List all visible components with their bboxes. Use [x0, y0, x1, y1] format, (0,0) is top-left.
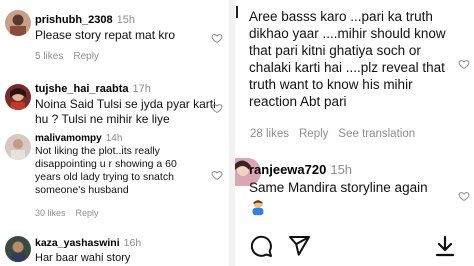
comment-text: Please story repat mat kro	[35, 28, 176, 42]
comment-bubble-icon[interactable]	[249, 234, 273, 258]
comment-text: Noina Said Tulsi se jyda pyar karti hu ?…	[35, 97, 216, 126]
comment-meta: tujshe_hai_raabta 17h	[35, 83, 151, 95]
comment-time: 14h	[105, 133, 123, 144]
comment-meta: ranjeewa720 15h	[249, 162, 352, 177]
comment-username[interactable]: malivamompy	[35, 133, 102, 144]
comment-time: 15h	[330, 162, 353, 177]
comment-actions: 5 likes Reply	[35, 51, 109, 62]
comment-text: Not liking the plot..its really disappoi…	[35, 145, 177, 196]
comment-text: Aree basss karo ...pari ka truth dikhao …	[249, 9, 446, 109]
reply-button[interactable]: Reply	[73, 51, 99, 62]
heart-outline-icon[interactable]	[458, 190, 470, 202]
comment-item: prishubh_2308 15h Please story repat mat …	[0, 0, 229, 70]
likes-count[interactable]: 5 likes	[35, 51, 63, 62]
heart-outline-icon[interactable]	[458, 58, 470, 70]
right-comment-pane: Aree basss karo ...pari ka truth dikhao …	[235, 0, 474, 266]
comment-meta: prishubh_2308 15h	[35, 14, 135, 26]
comment-username[interactable]: prishubh_2308	[35, 14, 113, 26]
reply-button[interactable]: Reply	[76, 208, 99, 218]
comment-username[interactable]: ranjeewa720	[249, 162, 326, 177]
comment-text: Har baar wahi story	[35, 252, 131, 264]
scroll-marker	[236, 6, 238, 18]
avatar[interactable]	[5, 134, 31, 160]
comment-actions: 28 likes Reply See translation	[250, 128, 425, 140]
comment-time: 17h	[132, 83, 151, 95]
left-comments-pane: prishubh_2308 15h Please story repat mat …	[0, 0, 229, 266]
heart-outline-icon[interactable]	[211, 32, 223, 44]
person-facepalm-emoji-icon	[252, 200, 264, 216]
comment-item: kaza_yashaswini 16h Har baar wahi story	[0, 230, 229, 266]
comment-time: 16h	[123, 237, 142, 249]
avatar[interactable]	[5, 236, 31, 262]
heart-outline-icon[interactable]	[211, 102, 223, 114]
action-toolbar	[235, 232, 474, 262]
comment-time: 15h	[116, 14, 135, 26]
comment-item: tujshe_hai_raabta 17h Noina Said Tulsi se…	[0, 78, 229, 130]
see-translation-link[interactable]: See translation	[338, 128, 415, 140]
comment-meta: malivamompy 14h	[35, 133, 122, 144]
comment-meta: kaza_yashaswini 16h	[35, 237, 141, 249]
comment-item: malivamompy 14h Not liking the plot..its …	[0, 130, 229, 225]
avatar[interactable]	[5, 84, 31, 110]
avatar[interactable]	[5, 10, 31, 36]
comment-username[interactable]: tujshe_hai_raabta	[35, 83, 129, 95]
paper-plane-icon[interactable]	[287, 234, 311, 258]
reply-button[interactable]: Reply	[299, 128, 328, 140]
comment-text: Same Mandira storyline again	[249, 180, 428, 195]
comment-username[interactable]: kaza_yashaswini	[35, 237, 120, 249]
download-arrow-icon[interactable]	[433, 234, 457, 258]
comment-actions: 30 likes Reply	[35, 208, 109, 218]
likes-count[interactable]: 28 likes	[250, 128, 289, 140]
heart-outline-icon[interactable]	[211, 169, 223, 181]
likes-count[interactable]: 30 likes	[35, 208, 66, 218]
